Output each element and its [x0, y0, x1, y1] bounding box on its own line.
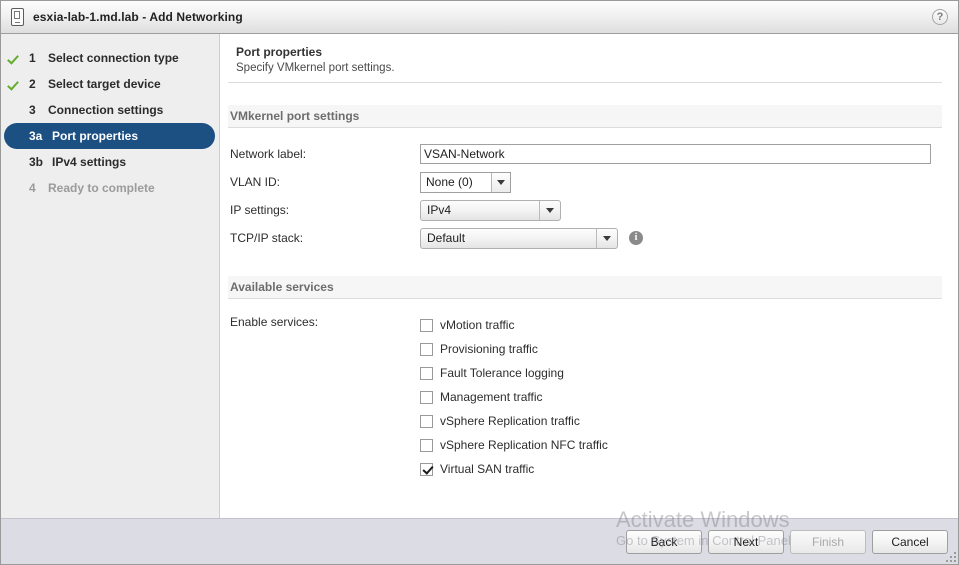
window-title: esxia-lab-1.md.lab - Add Networking [33, 10, 243, 24]
form-row-ip-settings: IP settings: IPv4 [230, 196, 958, 224]
chevron-down-icon[interactable] [539, 201, 560, 220]
add-networking-dialog: esxia-lab-1.md.lab - Add Networking ? 1 … [0, 0, 959, 565]
checkbox-vsphere-replication-traffic[interactable] [420, 415, 433, 428]
tcpip-stack-label: TCP/IP stack: [230, 231, 420, 245]
service-row-management-traffic[interactable]: Management traffic [420, 385, 608, 409]
step-label: Ready to complete [48, 181, 155, 195]
vlan-id-dropdown[interactable]: None (0) [420, 172, 511, 193]
step-label: Connection settings [48, 103, 163, 117]
service-row-fault-tolerance-logging[interactable]: Fault Tolerance logging [420, 361, 608, 385]
service-label: Management traffic [440, 390, 543, 404]
next-button[interactable]: Next [708, 530, 784, 554]
enable-services-label: Enable services: [230, 313, 420, 481]
services-checkbox-list: vMotion traffic Provisioning traffic Fau… [420, 313, 608, 481]
checkbox-vsphere-replication-nfc-traffic[interactable] [420, 439, 433, 452]
checkbox-provisioning-traffic[interactable] [420, 343, 433, 356]
page-header: Port properties Specify VMkernel port se… [228, 34, 942, 74]
sidebar-item-ipv4-settings[interactable]: 3b IPv4 settings [4, 149, 215, 175]
service-label: vSphere Replication NFC traffic [440, 438, 608, 452]
service-row-vmotion-traffic[interactable]: vMotion traffic [420, 313, 608, 337]
step-label: Select target device [48, 77, 161, 91]
step-label: Port properties [52, 129, 138, 143]
service-row-virtual-san-traffic[interactable]: Virtual SAN traffic [420, 457, 608, 481]
ip-settings-field-wrap: IPv4 [420, 200, 561, 221]
section-header-vmkernel-port-settings: VMkernel port settings [228, 105, 942, 128]
service-row-vsphere-replication-traffic[interactable]: vSphere Replication traffic [420, 409, 608, 433]
service-label: vSphere Replication traffic [440, 414, 580, 428]
tcpip-stack-value: Default [421, 229, 596, 248]
service-row-provisioning-traffic[interactable]: Provisioning traffic [420, 337, 608, 361]
network-label-label: Network label: [230, 147, 420, 161]
sidebar-item-select-connection-type[interactable]: 1 Select connection type [4, 45, 215, 71]
service-row-vsphere-replication-nfc-traffic[interactable]: vSphere Replication NFC traffic [420, 433, 608, 457]
finish-button: Finish [790, 530, 866, 554]
service-label: Virtual SAN traffic [440, 462, 534, 476]
tcpip-stack-field-wrap: Default i [420, 228, 643, 249]
service-label: vMotion traffic [440, 318, 514, 332]
check-placeholder-icon [8, 181, 24, 195]
help-icon[interactable]: ? [932, 9, 948, 25]
chevron-down-icon[interactable] [596, 229, 617, 248]
title-bar: esxia-lab-1.md.lab - Add Networking ? [1, 1, 958, 34]
cancel-button[interactable]: Cancel [872, 530, 948, 554]
check-placeholder-icon [8, 103, 24, 117]
header-divider [228, 82, 942, 83]
checkbox-fault-tolerance-logging[interactable] [420, 367, 433, 380]
step-number: 3a [27, 129, 52, 143]
dialog-footer: Back Next Finish Cancel [1, 518, 958, 564]
wizard-steps-sidebar: 1 Select connection type 2 Select target… [1, 34, 220, 518]
resize-grip-icon[interactable] [944, 550, 956, 562]
step-number: 4 [27, 181, 48, 195]
checkbox-management-traffic[interactable] [420, 391, 433, 404]
host-device-icon [11, 8, 24, 26]
sidebar-item-select-target-device[interactable]: 2 Select target device [4, 71, 215, 97]
network-label-field-wrap [420, 144, 931, 164]
step-number: 3b [27, 155, 52, 169]
section-header-available-services: Available services [228, 276, 942, 299]
vlan-id-label: VLAN ID: [230, 175, 420, 189]
ip-settings-value: IPv4 [421, 201, 539, 220]
page-subtitle: Specify VMkernel port settings. [236, 62, 924, 74]
network-label-input[interactable] [420, 144, 931, 164]
check-icon [8, 51, 24, 65]
vlan-id-value: None (0) [421, 173, 491, 192]
dialog-body: 1 Select connection type 2 Select target… [1, 34, 958, 518]
vlan-id-field-wrap: None (0) [420, 172, 511, 193]
chevron-down-icon[interactable] [491, 173, 510, 192]
page-title: Port properties [236, 45, 924, 59]
vmkernel-form: Network label: VLAN ID: None (0) [220, 140, 958, 252]
step-number: 1 [27, 51, 48, 65]
ip-settings-dropdown[interactable]: IPv4 [420, 200, 561, 221]
back-button[interactable]: Back [626, 530, 702, 554]
ip-settings-label: IP settings: [230, 203, 420, 217]
sidebar-item-port-properties[interactable]: 3a Port properties [4, 123, 215, 149]
form-row-vlan-id: VLAN ID: None (0) [230, 168, 958, 196]
form-row-tcpip-stack: TCP/IP stack: Default i [230, 224, 958, 252]
sidebar-item-ready-to-complete: 4 Ready to complete [4, 175, 215, 201]
form-row-network-label: Network label: [230, 140, 958, 168]
tcpip-stack-dropdown[interactable]: Default [420, 228, 618, 249]
step-label: Select connection type [48, 51, 179, 65]
step-number: 2 [27, 77, 48, 91]
service-label: Fault Tolerance logging [440, 366, 564, 380]
checkbox-vmotion-traffic[interactable] [420, 319, 433, 332]
service-label: Provisioning traffic [440, 342, 538, 356]
step-label: IPv4 settings [52, 155, 126, 169]
sidebar-item-connection-settings[interactable]: 3 Connection settings [4, 97, 215, 123]
available-services-form: Enable services: vMotion traffic Provisi… [220, 313, 958, 481]
check-icon [8, 77, 24, 91]
checkbox-virtual-san-traffic[interactable] [420, 463, 433, 476]
info-icon[interactable]: i [629, 231, 643, 245]
step-number: 3 [27, 103, 48, 117]
content-pane: Port properties Specify VMkernel port se… [220, 34, 958, 518]
